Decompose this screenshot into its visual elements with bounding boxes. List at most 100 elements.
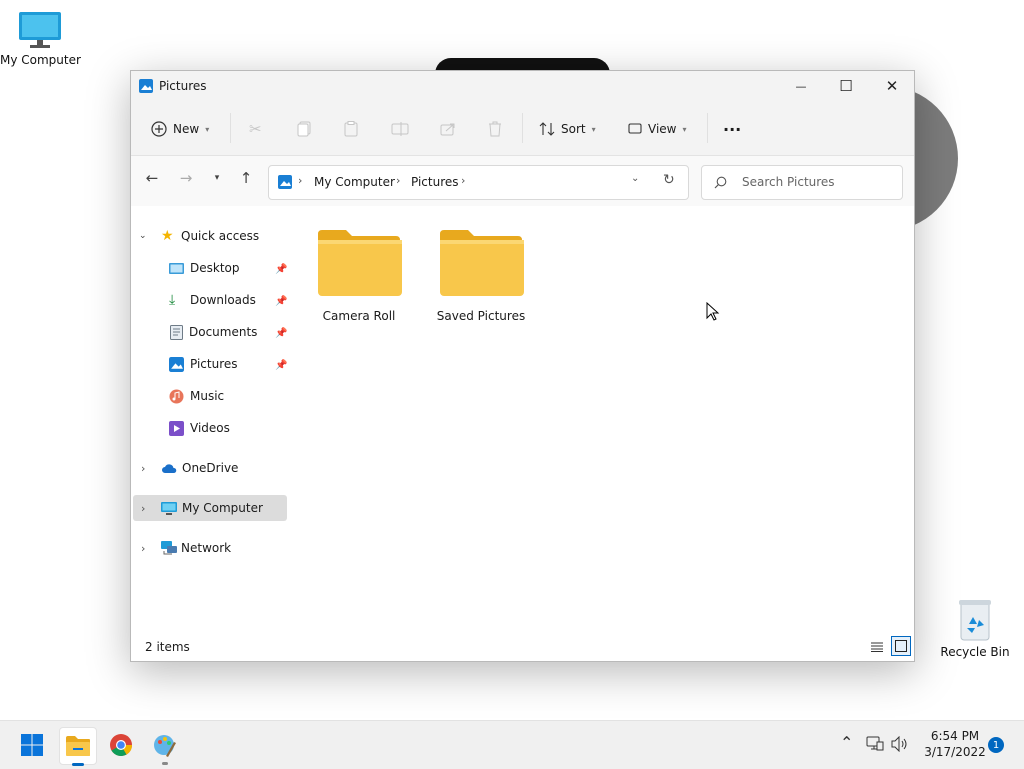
chevron-down-icon: ▾ (591, 124, 596, 134)
chevron-right-icon: › (141, 461, 146, 475)
new-button[interactable]: New ▾ (151, 113, 209, 145)
chevron-right-icon: › (298, 174, 303, 187)
sidebar-item-onedrive[interactable]: › OneDrive (131, 455, 294, 481)
search-icon (714, 176, 727, 189)
breadcrumb-pictures[interactable]: Pictures (411, 175, 459, 189)
sort-button[interactable]: Sort ▾ (539, 113, 596, 145)
sort-label: Sort (561, 122, 586, 136)
pin-icon: 📌 (275, 359, 288, 371)
copy-button[interactable] (297, 113, 311, 145)
notification-badge[interactable]: 1 (988, 737, 1004, 753)
forward-button[interactable]: → (173, 166, 199, 190)
notification-count: 1 (992, 739, 1000, 751)
clock[interactable]: 6:54 PM 3/17/2022 (920, 728, 990, 760)
large-icons-view-button[interactable] (891, 636, 911, 656)
divider (522, 113, 523, 143)
sidebar-item-music[interactable]: Music (131, 383, 294, 409)
sidebar-item-label: Music (190, 389, 225, 403)
address-dropdown-icon[interactable]: ⌄ (631, 173, 639, 184)
network-status-icon[interactable] (866, 736, 884, 752)
taskbar-chrome[interactable] (103, 727, 139, 763)
large-icons-view-icon (895, 640, 907, 652)
more-options-button[interactable]: ··· (723, 113, 741, 145)
chevron-right-icon: › (396, 174, 401, 187)
folder-icon (440, 230, 524, 296)
sidebar-item-label: Pictures (190, 357, 238, 371)
sidebar-item-label: Downloads (190, 293, 256, 307)
documents-icon (170, 324, 183, 340)
sidebar-item-pictures[interactable]: Pictures 📌 (131, 351, 294, 377)
navigation-bar: ← → ▾ ↑ › My Computer › Pictures › ⌄ ↻ S… (131, 156, 914, 206)
details-view-icon[interactable] (871, 642, 883, 652)
minimize-button[interactable]: — (778, 71, 824, 101)
taskbar-paint[interactable] (147, 727, 183, 765)
delete-button[interactable] (488, 113, 502, 145)
chevron-up-icon[interactable]: ⌃ (840, 733, 853, 752)
sidebar-item-downloads[interactable]: ⤓ Downloads 📌 (131, 287, 294, 313)
sidebar-item-videos[interactable]: Videos (131, 415, 294, 441)
search-placeholder: Search Pictures (742, 175, 835, 189)
desktop-icon-my-computer[interactable]: My Computer (0, 10, 81, 67)
desktop-icon-label: My Computer (0, 53, 81, 67)
cut-button[interactable]: ✂ (249, 113, 262, 145)
folder-icon (318, 230, 402, 296)
close-icon: ✕ (885, 77, 899, 95)
clock-time: 6:54 PM (930, 729, 980, 743)
breadcrumb-my-computer[interactable]: My Computer (314, 175, 395, 189)
sidebar-item-label: My Computer (182, 501, 263, 515)
share-icon (440, 123, 455, 136)
pictures-icon (278, 175, 292, 189)
paste-icon (344, 121, 358, 137)
share-button[interactable] (440, 113, 456, 145)
sidebar-item-label: Quick access (181, 229, 260, 243)
recycle-bin-icon (959, 600, 991, 641)
recent-locations-button[interactable]: ▾ (204, 166, 230, 190)
sidebar-item-desktop[interactable]: Desktop 📌 (131, 255, 294, 281)
refresh-icon[interactable]: ↻ (663, 172, 675, 188)
arrow-right-icon: → (179, 169, 193, 187)
back-button[interactable]: ← (139, 166, 165, 190)
network-icon (161, 541, 177, 555)
arrow-up-icon: ↑ (239, 169, 253, 187)
rename-icon (391, 122, 409, 136)
taskbar-file-explorer[interactable] (59, 727, 97, 766)
folder-item[interactable]: Saved Pictures (426, 226, 536, 323)
active-indicator (72, 763, 84, 766)
search-box[interactable]: Search Pictures (701, 165, 903, 200)
copy-icon (297, 121, 311, 137)
view-button[interactable]: View ▾ (628, 113, 687, 145)
item-count: 2 items (145, 640, 190, 654)
divider (230, 113, 231, 143)
desktop-icon-label: Recycle Bin (940, 645, 1010, 659)
sidebar-item-label: Network (181, 541, 232, 555)
window-title: Pictures (159, 79, 207, 93)
pin-icon: 📌 (275, 327, 288, 339)
folder-item[interactable]: Camera Roll (304, 226, 414, 323)
sidebar-item-network[interactable]: › Network (131, 535, 294, 561)
desktop-icon (169, 262, 184, 274)
sidebar-item-documents[interactable]: Documents 📌 (131, 319, 294, 345)
folder-name: Saved Pictures (436, 309, 526, 323)
sidebar-item-my-computer[interactable]: › My Computer (133, 495, 287, 521)
monitor-icon (161, 501, 177, 515)
address-bar[interactable]: › My Computer › Pictures › ⌄ ↻ (268, 165, 689, 200)
up-button[interactable]: ↑ (233, 166, 259, 190)
rename-button[interactable] (391, 113, 409, 145)
folder-name: Camera Roll (322, 309, 396, 323)
sidebar-item-quick-access[interactable]: ⌄ ★ Quick access (131, 223, 294, 249)
start-button[interactable] (14, 727, 50, 763)
sidebar-item-label: OneDrive (182, 461, 239, 475)
pictures-icon (169, 356, 184, 372)
close-button[interactable]: ✕ (869, 71, 915, 101)
chevron-down-icon: ▾ (214, 173, 220, 183)
maximize-button[interactable]: ☐ (823, 71, 869, 101)
volume-icon[interactable] (891, 736, 909, 752)
title-bar[interactable]: Pictures — ☐ ✕ (131, 71, 914, 101)
chevron-right-icon: › (141, 541, 146, 555)
pin-icon: 📌 (275, 295, 288, 307)
pin-icon: 📌 (275, 263, 288, 275)
chevron-down-icon: ▾ (682, 124, 687, 134)
cursor-icon (706, 302, 720, 321)
paste-button[interactable] (344, 113, 358, 145)
desktop-icon-recycle-bin[interactable]: Recycle Bin (935, 598, 1015, 659)
